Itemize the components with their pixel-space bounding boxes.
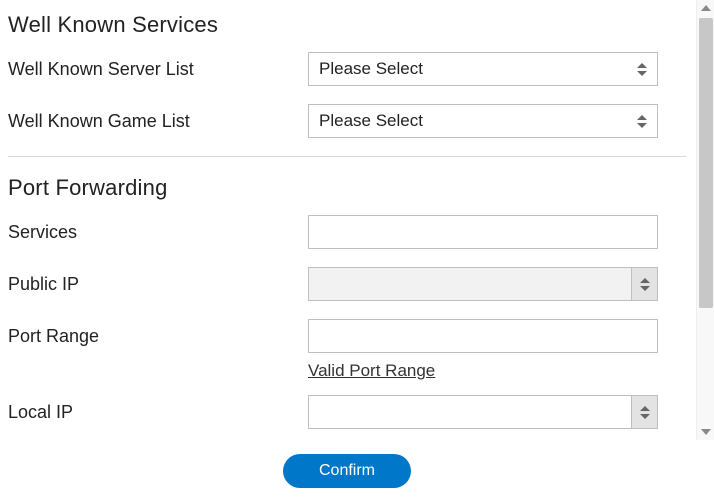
select-server-list-value: Please Select [319, 59, 423, 79]
input-services[interactable] [308, 215, 658, 249]
input-public-ip[interactable] [309, 268, 631, 300]
label-public-ip: Public IP [8, 274, 308, 295]
scrollbar-thumb[interactable] [699, 18, 713, 308]
label-local-ip: Local IP [8, 402, 308, 423]
label-port-range: Port Range [8, 326, 308, 347]
footer: Confirm [0, 444, 694, 504]
select-game-list-value: Please Select [319, 111, 423, 131]
vertical-scrollbar[interactable] [696, 0, 714, 440]
chevron-updown-icon [635, 60, 649, 78]
row-services: Services [8, 215, 686, 249]
stepper-public-ip-icon[interactable] [631, 268, 657, 300]
scroll-up-icon[interactable] [697, 0, 714, 16]
link-valid-port-range[interactable]: Valid Port Range [308, 361, 435, 381]
row-game-list: Well Known Game List Please Select [8, 104, 686, 138]
section-divider [8, 156, 686, 157]
chevron-updown-icon [635, 112, 649, 130]
row-port-range-helper: Valid Port Range [8, 361, 686, 381]
row-local-ip: Local IP [8, 395, 686, 429]
label-server-list: Well Known Server List [8, 59, 308, 80]
scroll-down-icon[interactable] [697, 424, 714, 440]
combo-public-ip[interactable] [308, 267, 658, 301]
input-port-range[interactable] [308, 319, 658, 353]
row-port-range: Port Range [8, 319, 686, 353]
form-viewport: Well Known Services Well Known Server Li… [0, 0, 694, 440]
select-game-list[interactable]: Please Select [308, 104, 658, 138]
combo-local-ip[interactable] [308, 395, 658, 429]
confirm-button[interactable]: Confirm [283, 454, 411, 488]
select-server-list[interactable]: Please Select [308, 52, 658, 86]
input-local-ip[interactable] [309, 396, 631, 428]
label-services: Services [8, 222, 308, 243]
section-title-port-forwarding: Port Forwarding [8, 175, 686, 201]
section-title-well-known-services: Well Known Services [8, 12, 686, 38]
stepper-local-ip-icon[interactable] [631, 396, 657, 428]
row-public-ip: Public IP [8, 267, 686, 301]
label-game-list: Well Known Game List [8, 111, 308, 132]
row-server-list: Well Known Server List Please Select [8, 52, 686, 86]
